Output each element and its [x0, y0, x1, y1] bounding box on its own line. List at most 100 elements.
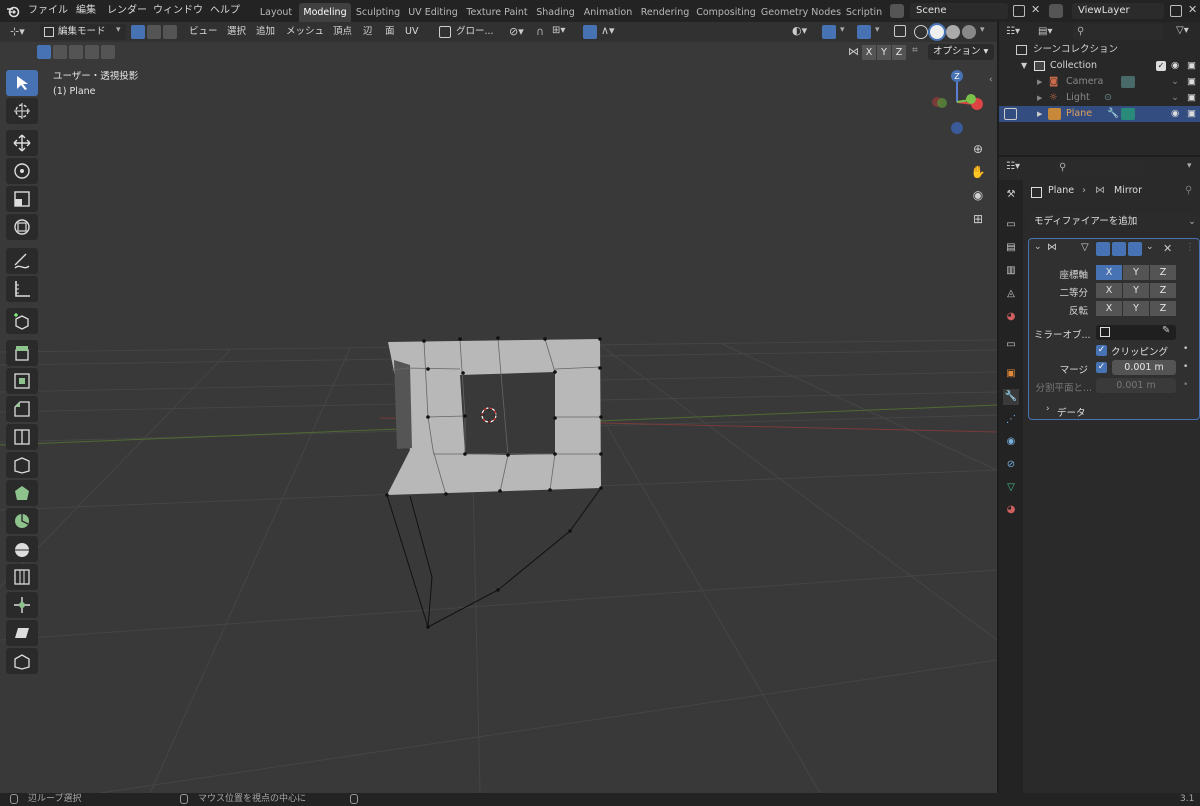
render-icon[interactable]: ▣: [1187, 74, 1196, 90]
merge-distance-field[interactable]: 0.001 m: [1112, 360, 1176, 375]
menu-edge[interactable]: 辺: [363, 22, 373, 42]
keyframe-dot-icon[interactable]: •: [1183, 362, 1188, 372]
menu-file[interactable]: ファイル: [28, 0, 68, 22]
constraints-tab-icon[interactable]: ⊘: [1003, 457, 1019, 473]
tab-scripting[interactable]: Scriptin: [844, 3, 884, 22]
tab-modeling[interactable]: Modeling: [299, 3, 351, 22]
snap-icon[interactable]: ∩: [536, 25, 544, 38]
mesh-plane[interactable]: [387, 338, 601, 496]
menu-add[interactable]: 追加: [256, 22, 275, 42]
mirror-z-button[interactable]: Z: [892, 45, 906, 60]
outliner-item-plane[interactable]: ▶ Plane 🔧 ◉ ▣: [999, 106, 1200, 122]
mirror-extra-icon[interactable]: ⌗: [912, 45, 918, 56]
viewlayer-icon[interactable]: [1049, 4, 1063, 18]
menu-select[interactable]: 選択: [227, 22, 246, 42]
add-modifier-button[interactable]: モディファイアーを追加 ⌄: [1028, 213, 1200, 231]
outliner-editor-icon[interactable]: ☷▾: [1006, 26, 1020, 37]
navigation-gizmo[interactable]: Z: [924, 66, 990, 136]
hidden-icon[interactable]: ⌄: [1171, 74, 1179, 90]
collection-tab-icon[interactable]: ▭: [1003, 337, 1019, 353]
mirror-x-button[interactable]: X: [862, 45, 876, 60]
include-checkbox-icon[interactable]: ✓: [1156, 61, 1166, 71]
physics-tab-icon[interactable]: ◉: [1003, 434, 1019, 450]
menu-mesh[interactable]: メッシュ: [286, 22, 324, 42]
scene-tab-icon[interactable]: ◬: [1003, 286, 1019, 302]
pivot-icon[interactable]: ⊘▾: [509, 25, 524, 38]
render-icon[interactable]: ▣: [1187, 90, 1196, 106]
select-new-icon[interactable]: [37, 45, 51, 59]
tool-move[interactable]: [6, 130, 38, 156]
material-shading-icon[interactable]: [946, 25, 960, 39]
menu-view[interactable]: ビュー: [189, 22, 218, 42]
hidden-icon[interactable]: ⌄: [1171, 90, 1179, 106]
tab-animation[interactable]: Animation: [580, 3, 636, 22]
face-select-icon[interactable]: [163, 25, 177, 39]
editor-type-icon[interactable]: ⊹▾: [10, 25, 30, 39]
data-subpanel-header[interactable]: データ: [1057, 405, 1086, 419]
axis-y-button[interactable]: Y: [1123, 265, 1149, 280]
menu-uv[interactable]: UV: [405, 22, 418, 42]
mirror-y-button[interactable]: Y: [877, 45, 891, 60]
vertex-select-icon[interactable]: [131, 25, 145, 39]
object-tab-icon[interactable]: ▣: [1003, 366, 1019, 382]
menu-render[interactable]: レンダー: [107, 0, 147, 22]
axis-z-button[interactable]: Z: [1150, 265, 1176, 280]
delete-viewlayer-icon[interactable]: ✕: [1188, 3, 1197, 16]
bisect-x-button[interactable]: X: [1096, 283, 1122, 298]
tab-uv-editing[interactable]: UV Editing: [405, 3, 461, 22]
snap-target-icon[interactable]: ⊞▾: [552, 25, 565, 36]
overlay-toggle-icon[interactable]: [857, 25, 871, 39]
expand-chevron-icon[interactable]: ›: [1046, 404, 1050, 414]
outliner-collection[interactable]: ▼ Collection ✓ ◉ ▣: [999, 58, 1200, 74]
expand-arrow-icon[interactable]: ▶: [1037, 106, 1042, 122]
menu-vertex[interactable]: 頂点: [333, 22, 352, 42]
output-tab-icon[interactable]: ▤: [1003, 240, 1019, 256]
tool-extrude[interactable]: [6, 340, 38, 366]
drag-handle-icon[interactable]: ⋮: [1185, 242, 1195, 253]
tool-smooth[interactable]: [6, 536, 38, 562]
expand-arrow-icon[interactable]: ▼: [1021, 58, 1027, 74]
select-subtract-icon[interactable]: [69, 45, 83, 59]
tool-shear[interactable]: [6, 620, 38, 646]
visibility-icon[interactable]: ◐▾: [792, 24, 807, 37]
sidebar-toggle-icon[interactable]: ‹: [989, 75, 993, 85]
solid-shading-icon[interactable]: [930, 25, 944, 39]
tool-poly-build[interactable]: [6, 480, 38, 506]
delete-scene-icon[interactable]: ✕: [1031, 3, 1040, 16]
tool-knife[interactable]: [6, 452, 38, 478]
tab-texture-paint[interactable]: Texture Paint: [463, 3, 531, 22]
properties-search[interactable]: [1055, 160, 1143, 176]
scene-icon[interactable]: [890, 4, 904, 18]
tool-edge-slide[interactable]: [6, 564, 38, 590]
tab-shading[interactable]: Shading: [533, 3, 578, 22]
blender-logo-icon[interactable]: [6, 4, 20, 18]
render-tab-icon[interactable]: ▭: [1003, 217, 1019, 233]
bisect-distance-field[interactable]: 0.001 m: [1096, 378, 1176, 393]
tool-inset[interactable]: [6, 368, 38, 394]
outliner-search[interactable]: [1073, 24, 1163, 40]
render-toggle-icon[interactable]: [1128, 242, 1142, 256]
scene-selector[interactable]: Scene: [910, 3, 1008, 19]
display-mode-icon[interactable]: ▤▾: [1038, 26, 1052, 37]
tab-sculpting[interactable]: Sculpting: [353, 3, 403, 22]
tab-compositing[interactable]: Compositing: [694, 3, 758, 22]
bisect-y-button[interactable]: Y: [1123, 283, 1149, 298]
new-scene-icon[interactable]: [1013, 5, 1025, 17]
select-intersect-icon[interactable]: [101, 45, 115, 59]
xray-icon[interactable]: [894, 25, 906, 37]
tool-annotate[interactable]: [6, 248, 38, 274]
select-invert-icon[interactable]: [85, 45, 99, 59]
pin-icon[interactable]: ⚲: [1185, 185, 1192, 196]
perspective-grid-icon[interactable]: ⊞: [966, 208, 990, 230]
eyedropper-icon[interactable]: ✎: [1162, 325, 1170, 336]
tool-tab-icon[interactable]: ⚒: [1003, 187, 1019, 203]
remove-modifier-icon[interactable]: ✕: [1163, 242, 1172, 255]
render-icon[interactable]: ▣: [1187, 58, 1196, 74]
outliner-item-camera[interactable]: ▶ ◙ Camera ⌄ ▣: [999, 74, 1200, 90]
filter-icon[interactable]: ▽▾: [1176, 25, 1189, 36]
tool-cursor[interactable]: [6, 98, 38, 124]
outliner-item-light[interactable]: ▶ ☼ Light ⊙ ⌄ ▣: [999, 90, 1200, 106]
gizmo-dropdown-icon[interactable]: ▾: [840, 25, 845, 35]
data-tab-icon[interactable]: ▽: [1003, 480, 1019, 496]
flip-y-button[interactable]: Y: [1123, 301, 1149, 316]
